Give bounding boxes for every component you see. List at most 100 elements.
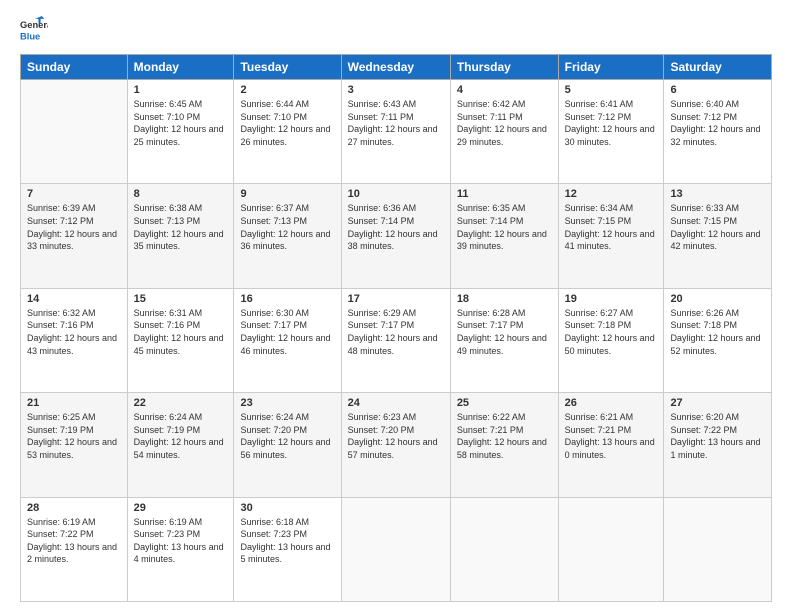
weekday-header-wednesday: Wednesday [341, 55, 450, 80]
day-number: 5 [565, 84, 658, 96]
calendar-cell: 10 Sunrise: 6:36 AMSunset: 7:14 PMDayligh… [341, 184, 450, 288]
calendar-cell: 23 Sunrise: 6:24 AMSunset: 7:20 PMDayligh… [234, 393, 341, 497]
day-number: 19 [565, 293, 658, 305]
weekday-header-row: SundayMondayTuesdayWednesdayThursdayFrid… [21, 55, 772, 80]
day-info: Sunrise: 6:24 AMSunset: 7:19 PMDaylight:… [134, 411, 228, 461]
calendar-cell [341, 497, 450, 601]
day-number: 14 [27, 293, 121, 305]
calendar-cell: 15 Sunrise: 6:31 AMSunset: 7:16 PMDayligh… [127, 288, 234, 392]
day-info: Sunrise: 6:23 AMSunset: 7:20 PMDaylight:… [348, 411, 444, 461]
logo: General Blue [20, 16, 48, 44]
day-number: 22 [134, 397, 228, 409]
calendar-cell: 25 Sunrise: 6:22 AMSunset: 7:21 PMDayligh… [450, 393, 558, 497]
day-info: Sunrise: 6:33 AMSunset: 7:15 PMDaylight:… [670, 202, 765, 252]
weekday-header-saturday: Saturday [664, 55, 772, 80]
day-number: 28 [27, 502, 121, 514]
calendar-table: SundayMondayTuesdayWednesdayThursdayFrid… [20, 54, 772, 602]
day-number: 30 [240, 502, 334, 514]
day-info: Sunrise: 6:37 AMSunset: 7:13 PMDaylight:… [240, 202, 334, 252]
logo-icon: General Blue [20, 16, 48, 44]
day-number: 18 [457, 293, 552, 305]
day-info: Sunrise: 6:35 AMSunset: 7:14 PMDaylight:… [457, 202, 552, 252]
day-info: Sunrise: 6:24 AMSunset: 7:20 PMDaylight:… [240, 411, 334, 461]
calendar-cell: 27 Sunrise: 6:20 AMSunset: 7:22 PMDayligh… [664, 393, 772, 497]
week-row-3: 14 Sunrise: 6:32 AMSunset: 7:16 PMDayligh… [21, 288, 772, 392]
day-number: 15 [134, 293, 228, 305]
day-info: Sunrise: 6:20 AMSunset: 7:22 PMDaylight:… [670, 411, 765, 461]
day-number: 27 [670, 397, 765, 409]
calendar-cell: 28 Sunrise: 6:19 AMSunset: 7:22 PMDayligh… [21, 497, 128, 601]
calendar-cell [450, 497, 558, 601]
calendar-cell: 7Sunrise: 6:39 AMSunset: 7:12 PMDaylight… [21, 184, 128, 288]
calendar-cell: 26 Sunrise: 6:21 AMSunset: 7:21 PMDayligh… [558, 393, 664, 497]
calendar-cell: 3 Sunrise: 6:43 AMSunset: 7:11 PMDaylight… [341, 80, 450, 184]
week-row-1: 1 Sunrise: 6:45 AMSunset: 7:10 PMDaylight… [21, 80, 772, 184]
calendar-cell: 21Sunrise: 6:25 AMSunset: 7:19 PMDayligh… [21, 393, 128, 497]
day-number: 25 [457, 397, 552, 409]
calendar-cell: 18Sunrise: 6:28 AMSunset: 7:17 PMDayligh… [450, 288, 558, 392]
day-number: 9 [240, 188, 334, 200]
day-info: Sunrise: 6:22 AMSunset: 7:21 PMDaylight:… [457, 411, 552, 461]
day-info: Sunrise: 6:43 AMSunset: 7:11 PMDaylight:… [348, 98, 444, 148]
week-row-5: 28 Sunrise: 6:19 AMSunset: 7:22 PMDayligh… [21, 497, 772, 601]
day-info: Sunrise: 6:44 AMSunset: 7:10 PMDaylight:… [240, 98, 334, 148]
day-number: 13 [670, 188, 765, 200]
day-info: Sunrise: 6:29 AMSunset: 7:17 PMDaylight:… [348, 307, 444, 357]
day-number: 3 [348, 84, 444, 96]
svg-text:Blue: Blue [20, 31, 40, 41]
calendar-cell: 2 Sunrise: 6:44 AMSunset: 7:10 PMDaylight… [234, 80, 341, 184]
weekday-header-thursday: Thursday [450, 55, 558, 80]
day-info: Sunrise: 6:34 AMSunset: 7:15 PMDaylight:… [565, 202, 658, 252]
day-number: 8 [134, 188, 228, 200]
calendar-cell: 17 Sunrise: 6:29 AMSunset: 7:17 PMDayligh… [341, 288, 450, 392]
weekday-header-monday: Monday [127, 55, 234, 80]
calendar-cell: 5 Sunrise: 6:41 AMSunset: 7:12 PMDaylight… [558, 80, 664, 184]
day-number: 21 [27, 397, 121, 409]
page: General Blue SundayMondayTuesdayWednesda… [0, 0, 792, 612]
day-info: Sunrise: 6:45 AMSunset: 7:10 PMDaylight:… [134, 98, 228, 148]
day-number: 23 [240, 397, 334, 409]
day-info: Sunrise: 6:21 AMSunset: 7:21 PMDaylight:… [565, 411, 658, 461]
day-number: 16 [240, 293, 334, 305]
header: General Blue [20, 16, 772, 44]
day-info: Sunrise: 6:36 AMSunset: 7:14 PMDaylight:… [348, 202, 444, 252]
week-row-2: 7Sunrise: 6:39 AMSunset: 7:12 PMDaylight… [21, 184, 772, 288]
day-info: Sunrise: 6:42 AMSunset: 7:11 PMDaylight:… [457, 98, 552, 148]
day-info: Sunrise: 6:31 AMSunset: 7:16 PMDaylight:… [134, 307, 228, 357]
day-number: 11 [457, 188, 552, 200]
calendar-cell: 14 Sunrise: 6:32 AMSunset: 7:16 PMDayligh… [21, 288, 128, 392]
day-number: 20 [670, 293, 765, 305]
weekday-header-tuesday: Tuesday [234, 55, 341, 80]
day-number: 17 [348, 293, 444, 305]
calendar-cell: 6 Sunrise: 6:40 AMSunset: 7:12 PMDaylight… [664, 80, 772, 184]
day-number: 6 [670, 84, 765, 96]
calendar-cell: 20 Sunrise: 6:26 AMSunset: 7:18 PMDayligh… [664, 288, 772, 392]
day-info: Sunrise: 6:39 AMSunset: 7:12 PMDaylight:… [27, 202, 121, 252]
svg-text:General: General [20, 20, 48, 30]
day-number: 4 [457, 84, 552, 96]
calendar-cell [558, 497, 664, 601]
calendar-cell: 22 Sunrise: 6:24 AMSunset: 7:19 PMDayligh… [127, 393, 234, 497]
day-number: 26 [565, 397, 658, 409]
day-info: Sunrise: 6:40 AMSunset: 7:12 PMDaylight:… [670, 98, 765, 148]
day-number: 1 [134, 84, 228, 96]
calendar-cell: 9 Sunrise: 6:37 AMSunset: 7:13 PMDaylight… [234, 184, 341, 288]
day-info: Sunrise: 6:26 AMSunset: 7:18 PMDaylight:… [670, 307, 765, 357]
calendar-cell [21, 80, 128, 184]
day-number: 2 [240, 84, 334, 96]
calendar-cell [664, 497, 772, 601]
week-row-4: 21Sunrise: 6:25 AMSunset: 7:19 PMDayligh… [21, 393, 772, 497]
calendar-cell: 19Sunrise: 6:27 AMSunset: 7:18 PMDayligh… [558, 288, 664, 392]
day-number: 10 [348, 188, 444, 200]
day-info: Sunrise: 6:19 AMSunset: 7:23 PMDaylight:… [134, 516, 228, 566]
calendar-cell: 13 Sunrise: 6:33 AMSunset: 7:15 PMDayligh… [664, 184, 772, 288]
day-info: Sunrise: 6:30 AMSunset: 7:17 PMDaylight:… [240, 307, 334, 357]
weekday-header-sunday: Sunday [21, 55, 128, 80]
day-info: Sunrise: 6:19 AMSunset: 7:22 PMDaylight:… [27, 516, 121, 566]
weekday-header-friday: Friday [558, 55, 664, 80]
calendar-cell: 24Sunrise: 6:23 AMSunset: 7:20 PMDayligh… [341, 393, 450, 497]
day-info: Sunrise: 6:32 AMSunset: 7:16 PMDaylight:… [27, 307, 121, 357]
calendar-cell: 30 Sunrise: 6:18 AMSunset: 7:23 PMDayligh… [234, 497, 341, 601]
day-info: Sunrise: 6:18 AMSunset: 7:23 PMDaylight:… [240, 516, 334, 566]
day-info: Sunrise: 6:41 AMSunset: 7:12 PMDaylight:… [565, 98, 658, 148]
